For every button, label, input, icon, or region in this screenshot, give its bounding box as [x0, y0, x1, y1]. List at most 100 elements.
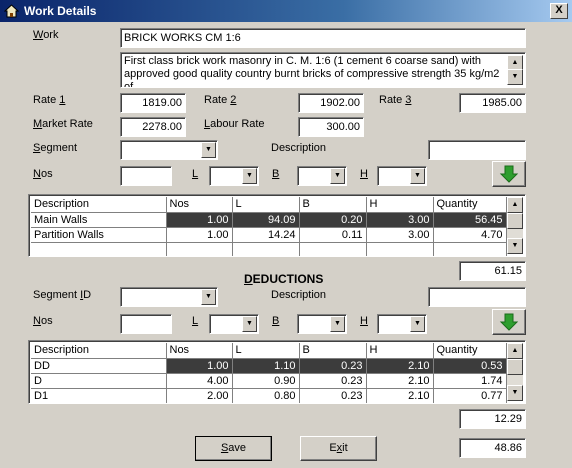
- description-field[interactable]: [428, 140, 526, 160]
- deduction-h-combo[interactable]: ▼: [377, 314, 427, 334]
- table-cell[interactable]: 2.10: [366, 388, 434, 403]
- table-cell[interactable]: 0.20: [299, 212, 367, 228]
- chevron-down-icon[interactable]: ▼: [242, 316, 257, 332]
- deduction-segment-combo[interactable]: ▼: [120, 287, 218, 307]
- rate2-label: Rate 2: [204, 94, 237, 106]
- col-header[interactable]: B: [299, 343, 367, 359]
- table-cell[interactable]: Partition Walls: [31, 227, 167, 243]
- table-cell[interactable]: 0.53: [433, 358, 507, 374]
- work-name-field[interactable]: BRICK WORKS CM 1:6: [120, 28, 526, 48]
- deduction-l-label: L: [192, 315, 199, 327]
- market-rate-label: Market Rate: [33, 118, 93, 130]
- col-header[interactable]: Quantity: [433, 197, 507, 213]
- table-cell[interactable]: 3.00: [366, 227, 434, 243]
- table-row: DD 1.00 1.10 0.23 2.10 0.53: [31, 358, 507, 374]
- deduction-b-combo[interactable]: ▼: [297, 314, 347, 334]
- l-combo[interactable]: ▼: [209, 166, 259, 186]
- save-button[interactable]: Save: [195, 436, 272, 461]
- scroll-thumb[interactable]: [507, 213, 523, 229]
- segment-combo[interactable]: ▼: [120, 140, 218, 160]
- table-cell[interactable]: 1.74: [433, 373, 507, 389]
- col-header[interactable]: H: [366, 343, 434, 359]
- rate2-field[interactable]: 1902.00: [298, 93, 364, 113]
- scroll-thumb[interactable]: [507, 359, 523, 375]
- close-button[interactable]: X: [550, 3, 568, 19]
- chevron-down-icon[interactable]: ▼: [330, 168, 345, 184]
- labour-rate-label: Labour Rate: [204, 118, 265, 130]
- add-deduction-button[interactable]: [492, 309, 526, 335]
- table-cell[interactable]: 2.10: [366, 373, 434, 389]
- nos-field[interactable]: [120, 166, 172, 186]
- table-cell[interactable]: DD: [31, 358, 167, 374]
- col-header[interactable]: L: [232, 343, 300, 359]
- table-cell[interactable]: 56.45: [433, 212, 507, 228]
- table-cell[interactable]: 1.00: [166, 212, 233, 228]
- memo-scrollbar[interactable]: ▲ ▼: [507, 55, 523, 85]
- table-cell[interactable]: 94.09: [232, 212, 300, 228]
- col-header[interactable]: L: [232, 197, 300, 213]
- col-header[interactable]: B: [299, 197, 367, 213]
- table-cell[interactable]: 0.80: [232, 388, 300, 403]
- table-cell[interactable]: 4.00: [166, 373, 233, 389]
- table-cell[interactable]: 0.23: [299, 358, 367, 374]
- col-header[interactable]: Description: [31, 197, 167, 213]
- table-cell[interactable]: 0.77: [433, 388, 507, 403]
- rate1-field[interactable]: 1819.00: [120, 93, 186, 113]
- table-cell[interactable]: 2.00: [166, 388, 233, 403]
- col-header[interactable]: H: [366, 197, 434, 213]
- deduction-table[interactable]: Description Nos L B H Quantity DD 1.00 1…: [28, 340, 526, 404]
- table-cell[interactable]: 0.23: [299, 373, 367, 389]
- table-cell[interactable]: 0.23: [299, 388, 367, 403]
- market-rate-field[interactable]: 2278.00: [120, 117, 186, 137]
- table-cell[interactable]: 0.90: [232, 373, 300, 389]
- table-cell[interactable]: 14.24: [232, 227, 300, 243]
- col-header[interactable]: Nos: [166, 197, 233, 213]
- scroll-down-icon[interactable]: ▼: [507, 238, 523, 254]
- table-cell[interactable]: 1.00: [166, 227, 233, 243]
- table-cell[interactable]: 3.00: [366, 212, 434, 228]
- labour-rate-field[interactable]: 300.00: [298, 117, 364, 137]
- deduction-nos-field[interactable]: [120, 314, 172, 334]
- table-cell[interactable]: 1.10: [232, 358, 300, 374]
- table-cell[interactable]: 2.10: [366, 358, 434, 374]
- net-total-field: 48.86: [459, 438, 526, 458]
- work-description-memo[interactable]: First class brick work masonry in C. M. …: [120, 52, 526, 88]
- table-scrollbar[interactable]: ▲ ▼: [507, 343, 523, 401]
- window-title: Work Details: [24, 4, 97, 18]
- scroll-down-icon[interactable]: ▼: [507, 385, 523, 401]
- exit-button[interactable]: Exit: [300, 436, 377, 461]
- scroll-up-icon[interactable]: ▲: [507, 343, 523, 359]
- table-cell[interactable]: 1.00: [166, 358, 233, 374]
- table-cell[interactable]: Main Walls: [31, 212, 167, 228]
- scroll-up-icon[interactable]: ▲: [507, 197, 523, 213]
- chevron-down-icon[interactable]: ▼: [201, 142, 216, 158]
- chevron-down-icon[interactable]: ▼: [410, 316, 425, 332]
- rate3-field[interactable]: 1985.00: [459, 93, 526, 113]
- b-combo[interactable]: ▼: [297, 166, 347, 186]
- deduction-l-combo[interactable]: ▼: [209, 314, 259, 334]
- chevron-down-icon[interactable]: ▼: [242, 168, 257, 184]
- chevron-down-icon[interactable]: ▼: [410, 168, 425, 184]
- measurement-table[interactable]: Description Nos L B H Quantity Main Wall…: [28, 194, 526, 257]
- table-cell[interactable]: D1: [31, 388, 167, 403]
- col-header[interactable]: Description: [31, 343, 167, 359]
- add-measurement-button[interactable]: [492, 161, 526, 187]
- deduction-total-field: 12.29: [459, 409, 526, 429]
- table-scrollbar[interactable]: ▲ ▼: [507, 197, 523, 254]
- table-cell[interactable]: D: [31, 373, 167, 389]
- work-description-text: First class brick work masonry in C. M. …: [124, 55, 500, 88]
- chevron-down-icon[interactable]: ▼: [201, 289, 216, 305]
- deduction-description-field[interactable]: [428, 287, 526, 307]
- h-combo[interactable]: ▼: [377, 166, 427, 186]
- col-header[interactable]: Quantity: [433, 343, 507, 359]
- scroll-down-icon[interactable]: ▼: [507, 69, 523, 85]
- table-cell[interactable]: 4.70: [433, 227, 507, 243]
- deduction-h-label: H: [360, 315, 368, 327]
- b-label: B: [272, 168, 280, 180]
- col-header[interactable]: Nos: [166, 343, 233, 359]
- deduction-b-label: B: [272, 315, 280, 327]
- table-row: D1 2.00 0.80 0.23 2.10 0.77: [31, 388, 507, 403]
- table-cell[interactable]: 0.11: [299, 227, 367, 243]
- table-row: D 4.00 0.90 0.23 2.10 1.74: [31, 373, 507, 389]
- chevron-down-icon[interactable]: ▼: [330, 316, 345, 332]
